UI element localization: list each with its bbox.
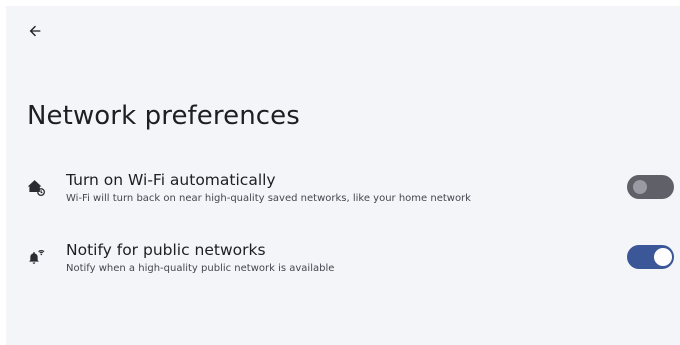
wifi-auto-on-title: Turn on Wi-Fi automatically [66, 171, 276, 189]
wifi-home-auto-icon [25, 176, 47, 198]
toggle-thumb [633, 180, 647, 194]
wifi-auto-on-summary: Wi-Fi will turn back on near high-qualit… [66, 193, 471, 204]
settings-screen: Network preferences Turn on Wi-Fi automa… [0, 0, 680, 345]
public-networks-notify-summary: Notify when a high-quality public networ… [66, 263, 335, 274]
back-arrow-icon [27, 23, 43, 39]
public-networks-notify-title: Notify for public networks [66, 241, 266, 259]
wifi-notification-icon [25, 246, 47, 268]
wifi-auto-on-toggle[interactable] [627, 175, 674, 199]
toggle-thumb [654, 248, 672, 266]
public-networks-notify-row[interactable]: Notify for public networks Notify when a… [6, 234, 680, 284]
public-networks-notify-toggle[interactable] [627, 245, 674, 269]
page-title: Network preferences [27, 101, 300, 131]
wifi-auto-on-row[interactable]: Turn on Wi-Fi automatically Wi-Fi will t… [6, 164, 680, 214]
back-button[interactable] [21, 17, 49, 45]
